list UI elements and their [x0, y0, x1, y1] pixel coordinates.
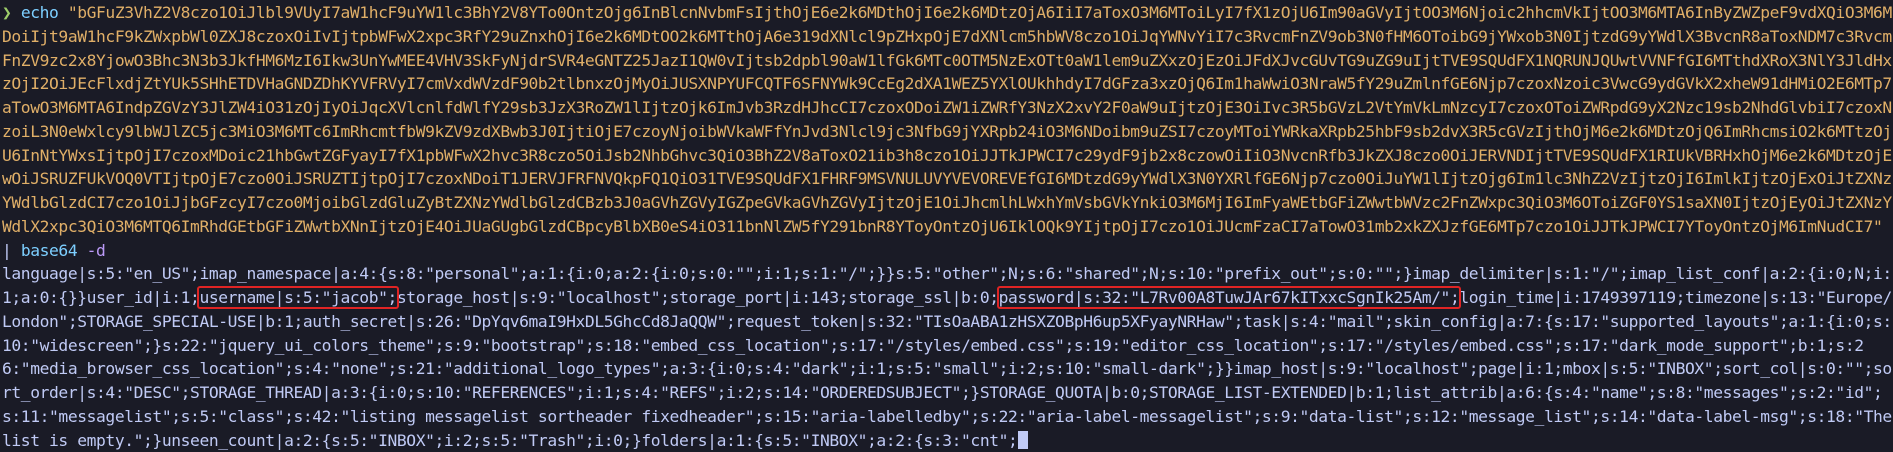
- terminal-cursor: [1018, 430, 1029, 449]
- output-text-after-password: login_time|i:1749397119;timezone|s:13:"E…: [2, 288, 1892, 450]
- prompt-symbol: ❯: [2, 3, 12, 22]
- echo-command: echo: [20, 3, 59, 22]
- command-output: language|s:5:"en_US";imap_namespace|a:4:…: [2, 262, 1893, 452]
- command-line: ❯ echo "bGFuZ3VhZ2V8czo1OiJlbl9VUyI7aW1h…: [2, 1, 1893, 262]
- username-highlight-box: username|s:5:"jacob";: [197, 286, 399, 309]
- output-text-storage: storage_host|s:9:"localhost";storage_por…: [396, 288, 999, 307]
- base64-command: base64: [20, 240, 78, 260]
- terminal-window[interactable]: ❯ echo "bGFuZ3VhZ2V8czo1OiJlbl9VUyI7aW1h…: [0, 0, 1893, 450]
- decode-flag: -d: [86, 240, 106, 260]
- encoded-string: "bGFuZ3VhZ2V8czo1OiJlbl9VUyI7aW1hcF9uYW1…: [2, 3, 1892, 236]
- password-highlight-box: password|s:32:"L7Rv00A8TuwJAr67kITxxcSgn…: [996, 286, 1462, 309]
- pipe-operator: |: [2, 240, 12, 260]
